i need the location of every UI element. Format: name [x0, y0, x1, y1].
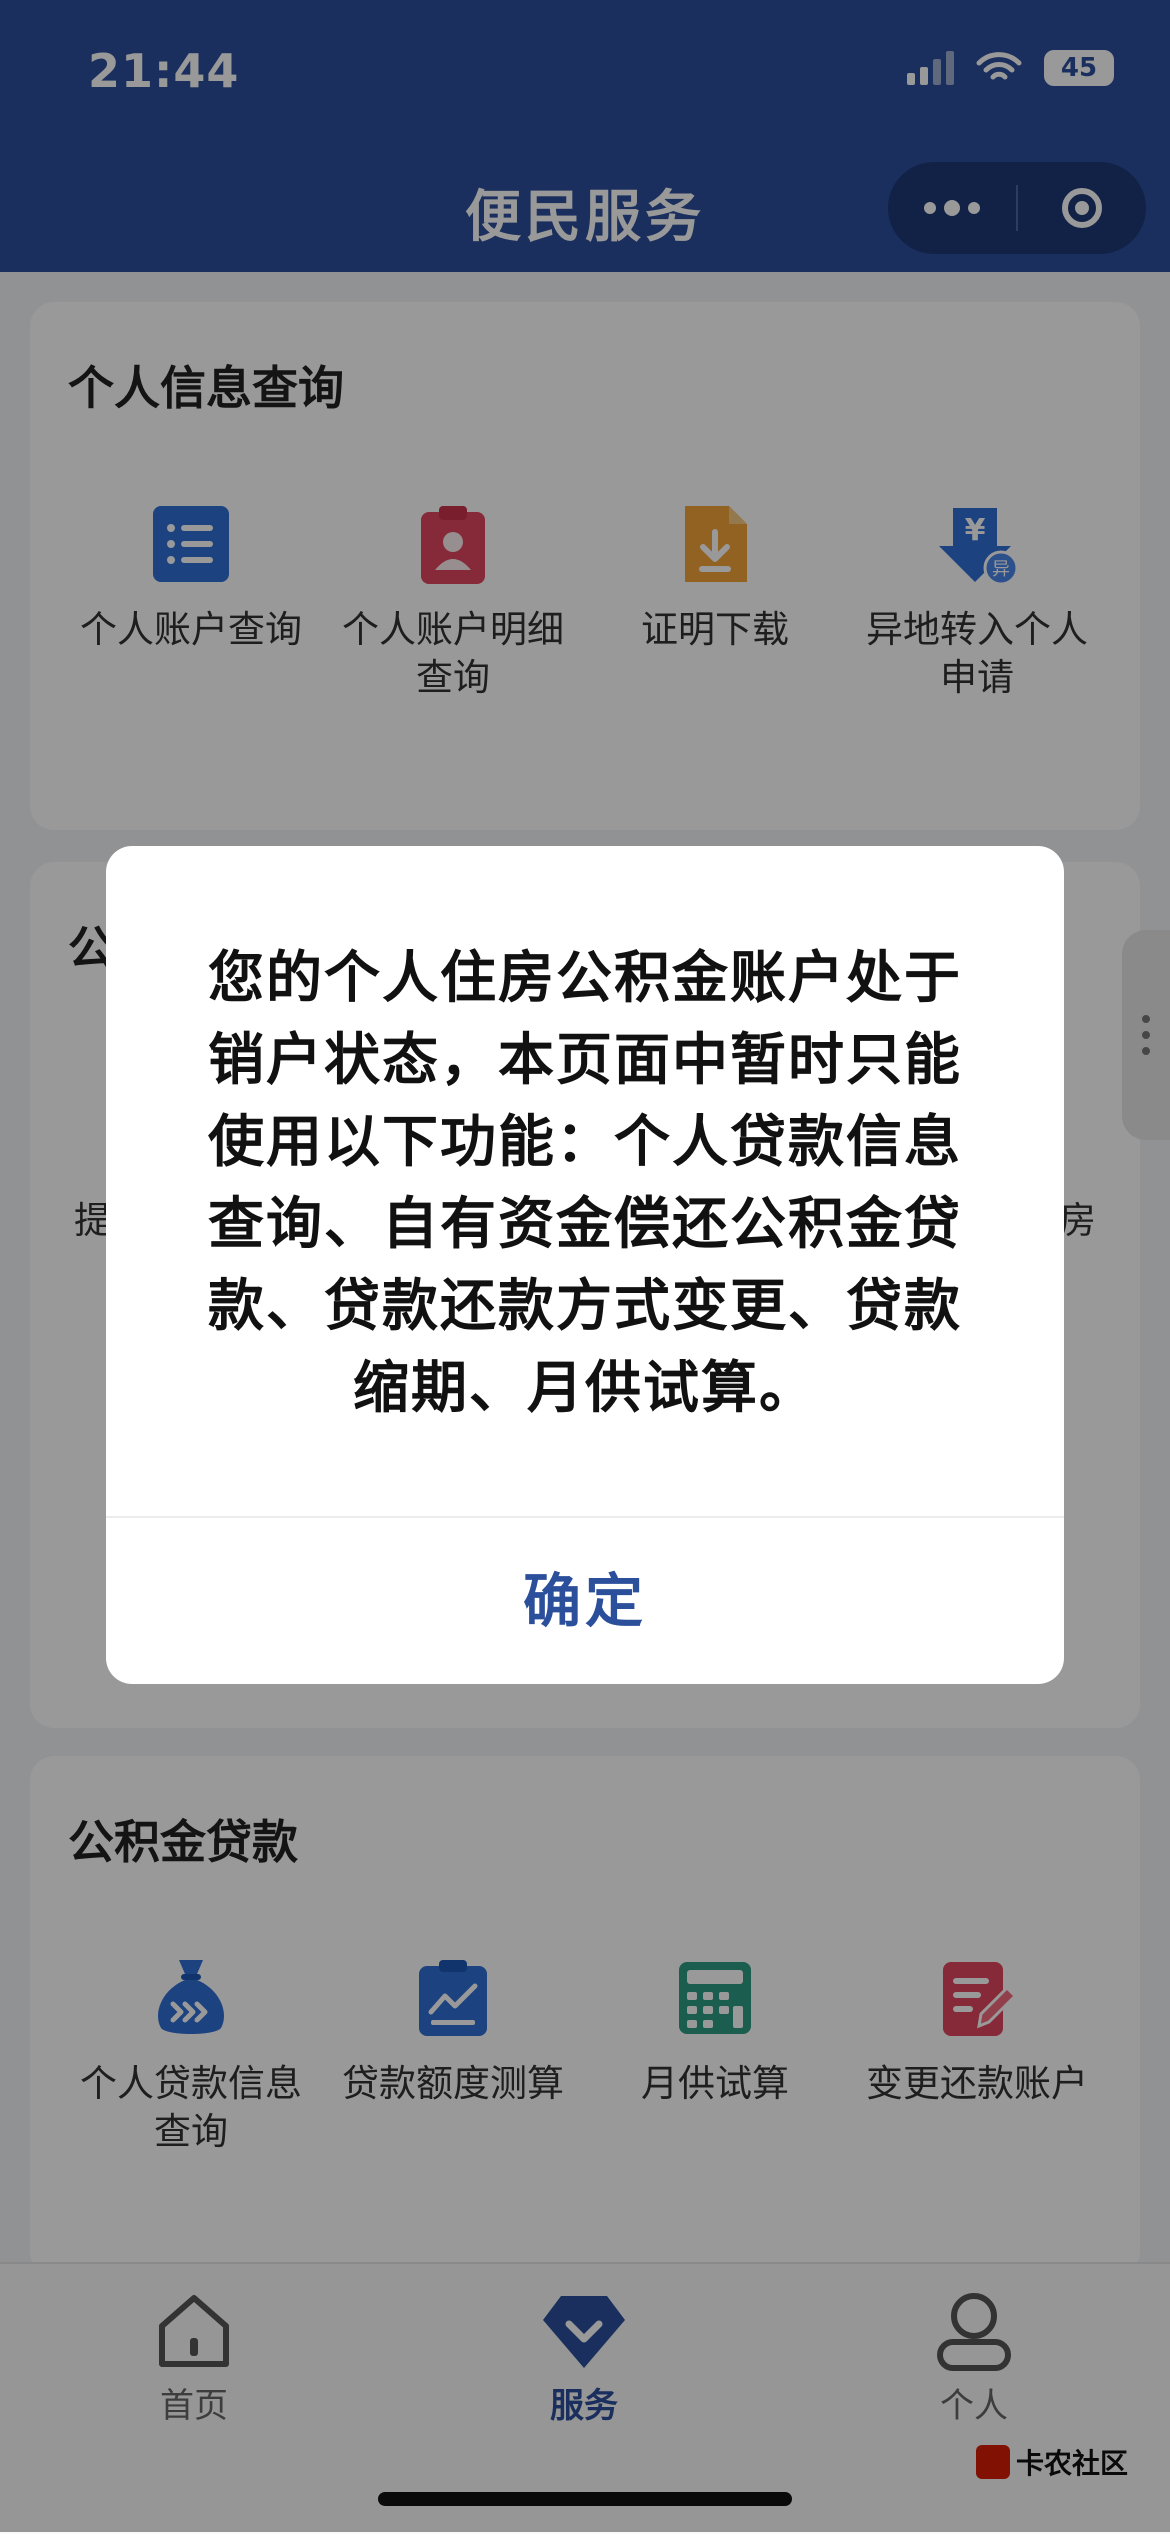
account-status-dialog: 您的个人住房公积金账户处于销户状态，本页面中暂时只能使用以下功能：个人贷款信息查…: [106, 846, 1064, 1684]
dialog-message: 您的个人住房公积金账户处于销户状态，本页面中暂时只能使用以下功能：个人贷款信息查…: [208, 946, 962, 1421]
confirm-button[interactable]: 确定: [106, 1518, 1064, 1684]
